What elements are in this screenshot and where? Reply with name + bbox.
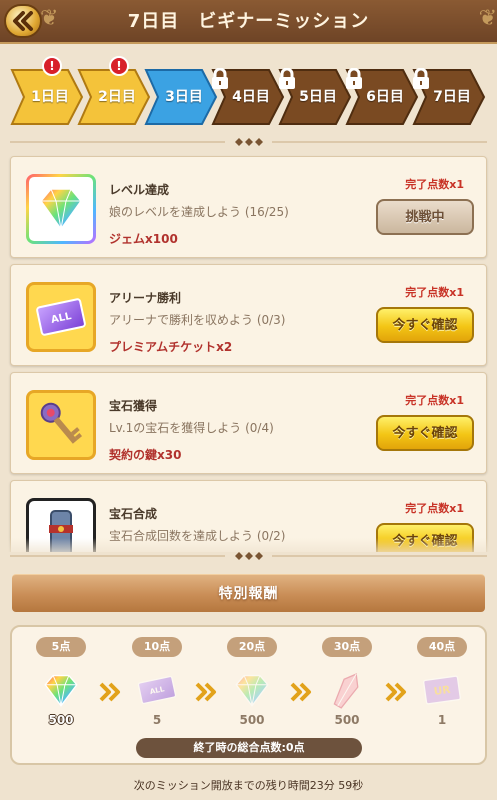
mission-points: 完了点数x1 — [405, 394, 464, 407]
ur-ticket-icon: UR — [421, 669, 463, 711]
mission-card: 宝石獲得 Lv.1の宝石を獲得しよう (0/4) 契約の鍵x30 完了点数x1 … — [10, 372, 487, 474]
mission-description: 娘のレベルを達成しよう (16/25) — [109, 205, 289, 219]
day-tabs: 1日目 ! 2日目 ! 3日目 4日目 5日目 6日目 7日目 — [10, 56, 490, 126]
ticket-icon: ALL — [136, 669, 178, 711]
header-bar: ❦ ❦ 7日目 ビギナーミッション — [0, 0, 497, 44]
special-reward-banner: 特別報酬 — [12, 574, 485, 612]
lock-icon — [279, 68, 295, 89]
step-quantity: 500 — [239, 713, 265, 727]
mission-list[interactable]: レベル達成 娘のレベルを達成しよう (16/25) ジェムx100 完了点数x1… — [0, 150, 497, 552]
chevron-right-double-icon — [385, 682, 406, 702]
bonus-step[interactable]: 30点 500 — [314, 637, 380, 727]
mission-card: ALL アリーナ勝利 アリーナで勝利を収めよう (0/3) プレミアムチケットx… — [10, 264, 487, 366]
svg-text:UR: UR — [433, 684, 451, 698]
page-title: 7日目 ビギナーミッション — [127, 11, 370, 32]
mission-reward: 契約の鍵x30 — [109, 448, 182, 462]
lock-icon — [212, 68, 228, 89]
tab-day-5[interactable]: 5日目 — [278, 68, 352, 126]
ticket-icon: ALL — [26, 282, 96, 352]
mission-points: 完了点数x1 — [405, 502, 464, 515]
chevron-left-double-icon — [13, 11, 33, 31]
check-now-button[interactable]: 今すぐ確認 — [376, 415, 474, 451]
step-points-badge: 10点 — [132, 637, 182, 657]
tab-day-7[interactable]: 7日目 — [412, 68, 486, 126]
step-points-badge: 5点 — [36, 637, 86, 657]
bonus-reward-panel: 5点 500 10点 ALL 5 20点 500 30点 500 40点 UR — [10, 625, 487, 765]
mission-title: 宝石合成 — [109, 507, 158, 521]
step-quantity: 500 — [48, 713, 74, 727]
back-button[interactable] — [4, 4, 42, 38]
gem-icon — [231, 669, 273, 711]
lock-icon — [413, 68, 429, 89]
step-quantity: 500 — [334, 713, 360, 727]
tab-day-4[interactable]: 4日目 — [211, 68, 285, 126]
mission-description: アリーナで勝利を収めよう (0/3) — [109, 313, 286, 327]
bonus-step[interactable]: 40点 UR 1 — [409, 637, 475, 727]
bonus-step[interactable]: 10点 ALL 5 — [124, 637, 190, 727]
chevron-right-double-icon — [290, 682, 311, 702]
mission-reward: プレミアムチケットx2 — [109, 340, 233, 354]
total-points-bar: 終了時の総合点数:0点 — [136, 738, 362, 758]
in-progress-button[interactable]: 挑戦中 — [376, 199, 474, 235]
mission-description: Lv.1の宝石を獲得しよう (0/4) — [109, 421, 274, 435]
crystal-shard-icon — [326, 669, 368, 711]
tab-day-6[interactable]: 6日目 — [345, 68, 419, 126]
check-now-button[interactable]: 今すぐ確認 — [376, 307, 474, 343]
mission-points: 完了点数x1 — [405, 178, 464, 191]
mission-title: 宝石獲得 — [109, 399, 158, 413]
chevron-right-double-icon — [99, 682, 120, 702]
key-icon — [26, 390, 96, 460]
mission-title: レベル達成 — [109, 183, 170, 197]
mission-title: アリーナ勝利 — [109, 291, 182, 305]
step-quantity: 1 — [437, 713, 447, 727]
tab-day-1[interactable]: 1日目 ! — [10, 56, 84, 126]
step-points-badge: 30点 — [322, 637, 372, 657]
gem-icon — [40, 669, 82, 711]
bonus-step[interactable]: 20点 500 — [219, 637, 285, 727]
mission-reward: ジェムx100 — [109, 232, 178, 246]
chevron-right-double-icon — [195, 682, 216, 702]
ornament-divider — [10, 138, 487, 146]
mission-points: 完了点数x1 — [405, 286, 464, 299]
step-quantity: 5 — [152, 713, 162, 727]
lock-icon — [346, 68, 362, 89]
tab-day-2[interactable]: 2日目 ! — [77, 56, 151, 126]
tab-day-3[interactable]: 3日目 — [144, 68, 218, 126]
next-mission-timer: 次のミッション開放までの残り時間23分 59秒 — [133, 779, 364, 792]
step-points-badge: 40点 — [417, 637, 467, 657]
ornament-divider — [10, 552, 487, 560]
alert-badge: ! — [109, 56, 129, 76]
step-points-badge: 20点 — [227, 637, 277, 657]
bonus-step[interactable]: 5点 500 — [28, 637, 94, 727]
gem-icon — [26, 174, 96, 244]
mission-card: レベル達成 娘のレベルを達成しよう (16/25) ジェムx100 完了点数x1… — [10, 156, 487, 258]
alert-badge: ! — [42, 56, 62, 76]
